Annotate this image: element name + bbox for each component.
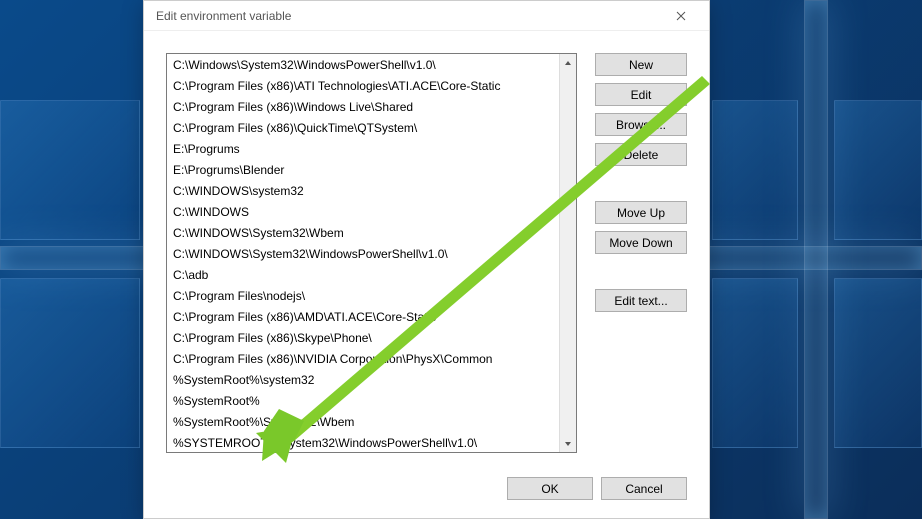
list-item[interactable]: C:\Program Files (x86)\QuickTime\QTSyste… [167, 118, 559, 139]
list-item[interactable]: %SystemRoot%\System32\Wbem [167, 412, 559, 433]
list-item[interactable]: C:\Program Files (x86)\Windows Live\Shar… [167, 97, 559, 118]
browse-button[interactable]: Browse... [595, 113, 687, 136]
list-item[interactable]: C:\Program Files\nodejs\ [167, 286, 559, 307]
list-item[interactable]: C:\Windows\System32\WindowsPowerShell\v1… [167, 55, 559, 76]
list-item[interactable]: C:\Program Files (x86)\NVIDIA Corporatio… [167, 349, 559, 370]
list-item[interactable]: %SYSTEMROOT%\System32\WindowsPowerShell\… [167, 433, 559, 452]
edit-env-var-dialog: Edit environment variable C:\Windows\Sys… [143, 0, 710, 519]
list-item[interactable]: C:\WINDOWS\System32\Wbem [167, 223, 559, 244]
new-button[interactable]: New [595, 53, 687, 76]
list-item[interactable]: C:\WINDOWS [167, 202, 559, 223]
list-item[interactable]: %SystemRoot%\system32 [167, 370, 559, 391]
list-item[interactable]: E:\Progrums\Blender [167, 160, 559, 181]
ok-button[interactable]: OK [507, 477, 593, 500]
desktop-background: Edit environment variable C:\Windows\Sys… [0, 0, 922, 519]
dialog-title: Edit environment variable [156, 9, 291, 23]
list-item[interactable]: C:\adb [167, 265, 559, 286]
close-icon [676, 11, 686, 21]
list-item[interactable]: C:\WINDOWS\System32\WindowsPowerShell\v1… [167, 244, 559, 265]
list-scrollbar[interactable] [559, 54, 576, 452]
close-button[interactable] [661, 2, 701, 30]
path-listbox[interactable]: C:\Windows\System32\WindowsPowerShell\v1… [166, 53, 577, 453]
titlebar: Edit environment variable [144, 1, 709, 31]
list-item[interactable]: E:\Progrums [167, 139, 559, 160]
move-up-button[interactable]: Move Up [595, 201, 687, 224]
list-item[interactable]: C:\Program Files (x86)\Skype\Phone\ [167, 328, 559, 349]
dialog-footer: OK Cancel [144, 463, 709, 518]
delete-button[interactable]: Delete [595, 143, 687, 166]
scroll-down-icon[interactable] [560, 435, 577, 452]
edit-button[interactable]: Edit [595, 83, 687, 106]
scroll-up-icon[interactable] [560, 54, 577, 71]
side-button-column: New Edit Browse... Delete Move Up Move D… [595, 53, 687, 463]
list-item[interactable]: C:\WINDOWS\system32 [167, 181, 559, 202]
list-item[interactable]: %SystemRoot% [167, 391, 559, 412]
edit-text-button[interactable]: Edit text... [595, 289, 687, 312]
move-down-button[interactable]: Move Down [595, 231, 687, 254]
list-item[interactable]: C:\Program Files (x86)\ATI Technologies\… [167, 76, 559, 97]
list-item[interactable]: C:\Program Files (x86)\AMD\ATI.ACE\Core-… [167, 307, 559, 328]
cancel-button[interactable]: Cancel [601, 477, 687, 500]
